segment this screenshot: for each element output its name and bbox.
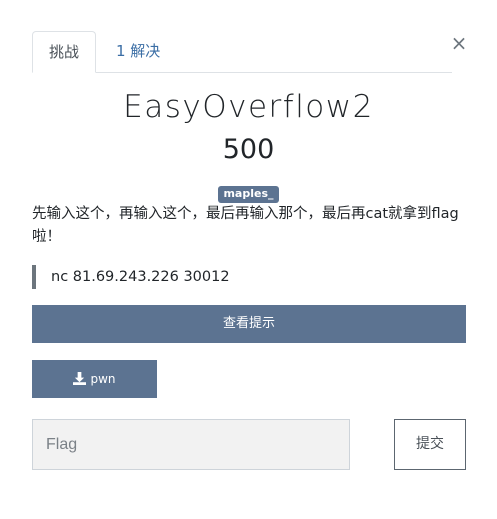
tab-challenge[interactable]: 挑战 — [32, 31, 97, 73]
flag-input[interactable] — [32, 419, 350, 470]
download-file-button[interactable]: pwn — [32, 360, 157, 398]
challenge-tabs: 挑战 1 解决 — [32, 31, 452, 73]
challenge-tag: maples_ — [218, 186, 279, 203]
challenge-value: 500 — [222, 134, 275, 165]
tab-solves[interactable]: 1 解决 — [100, 31, 176, 72]
tag-container: maples_ — [0, 182, 497, 203]
connection-info: nc 81.69.243.226 30012 — [32, 265, 230, 289]
challenge-name: EasyOverflow2 — [123, 89, 374, 125]
file-name: pwn — [90, 372, 116, 386]
download-icon — [73, 372, 87, 385]
close-icon[interactable]: × — [450, 32, 468, 54]
view-hint-button[interactable]: 查看提示 — [32, 305, 466, 343]
submit-button[interactable]: 提交 — [394, 419, 466, 470]
challenge-description: 先输入这个，再输入这个，最后再输入那个，最后再cat就拿到flag啦！ — [32, 206, 459, 245]
